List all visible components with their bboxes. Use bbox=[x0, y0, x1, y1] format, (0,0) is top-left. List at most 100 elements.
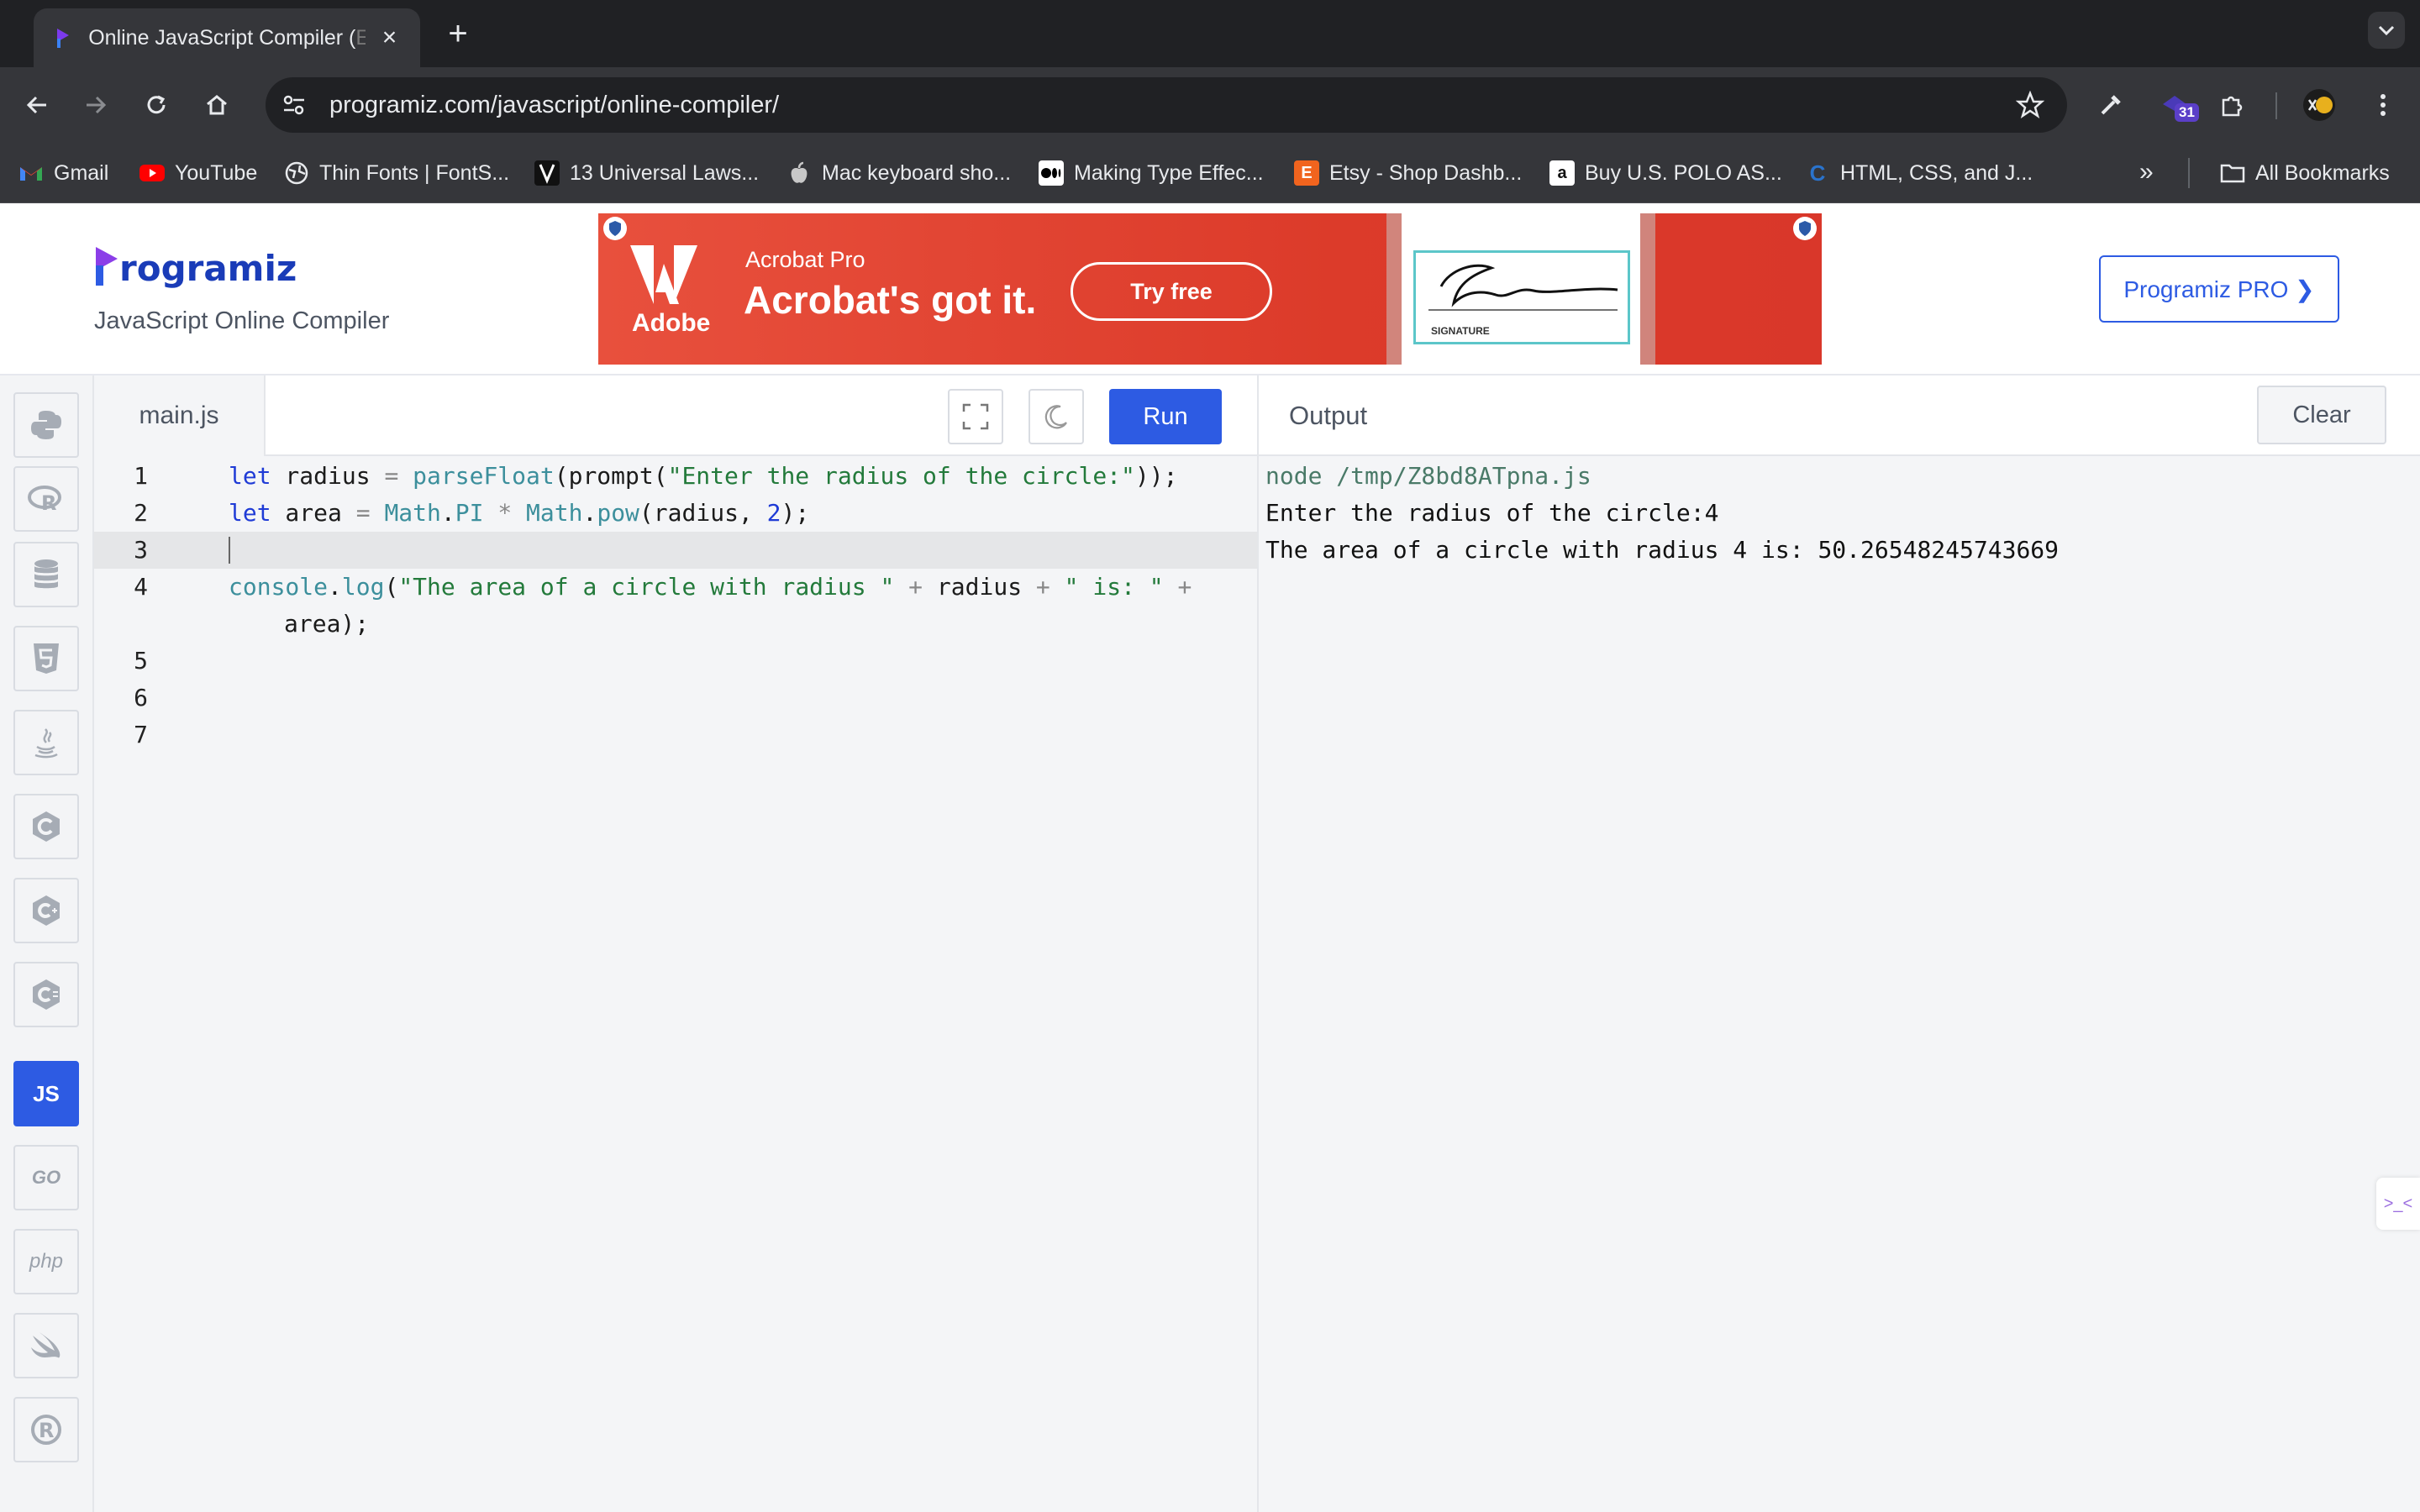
profile-avatar[interactable] bbox=[2301, 87, 2338, 123]
programiz-logo-icon bbox=[96, 247, 118, 286]
all-bookmarks-button[interactable]: All Bookmarks bbox=[2220, 158, 2390, 188]
signature-label: SIGNATURE bbox=[1431, 325, 1490, 337]
code-line: 1 let radius = parseFloat(prompt("Enter … bbox=[94, 458, 1257, 495]
c-icon[interactable] bbox=[13, 794, 79, 859]
ad-try-free-button[interactable]: Try free bbox=[1071, 262, 1272, 321]
swift-icon[interactable] bbox=[13, 1313, 79, 1378]
output-header: Output Clear bbox=[1259, 375, 2420, 456]
python-icon[interactable] bbox=[13, 392, 79, 458]
programiz-logo[interactable]: rogramiz bbox=[94, 245, 297, 289]
output-line: Enter the radius of the circle:4 bbox=[1265, 499, 1719, 527]
ad-headline: Acrobat's got it. bbox=[744, 278, 1037, 322]
adobe-logo-icon bbox=[630, 245, 697, 304]
line-number: 2 bbox=[134, 499, 148, 527]
bookmark-youtube[interactable]: YouTube bbox=[139, 158, 257, 188]
ad-divider bbox=[1640, 213, 1655, 365]
browser-tab-strip: Online JavaScript Compiler (E × + bbox=[0, 0, 2420, 67]
coursera-icon: C bbox=[1809, 160, 1826, 186]
svg-text:R: R bbox=[41, 491, 56, 513]
fullscreen-icon[interactable] bbox=[948, 389, 1003, 444]
code-text: let radius = parseFloat(prompt("Enter th… bbox=[229, 462, 1178, 490]
programiz-pro-button[interactable]: Programiz PRO ❯ bbox=[2099, 255, 2339, 323]
new-tab-button[interactable]: + bbox=[441, 15, 475, 53]
code-area[interactable]: 1 let radius = parseFloat(prompt("Enter … bbox=[94, 458, 1257, 753]
home-icon[interactable] bbox=[198, 87, 235, 123]
signature-box: SIGNATURE bbox=[1413, 250, 1630, 344]
bookmark-thin-fonts[interactable]: Thin Fonts | FontS... bbox=[284, 158, 509, 188]
folder-icon bbox=[2220, 160, 2245, 186]
code-line: 5 bbox=[94, 643, 1257, 680]
clear-button[interactable]: Clear bbox=[2257, 386, 2386, 444]
ad-divider bbox=[1386, 213, 1402, 365]
line-number: 3 bbox=[134, 536, 148, 564]
code-line-wrapped: area); bbox=[94, 606, 1257, 643]
file-tab-main-js[interactable]: main.js bbox=[94, 375, 266, 456]
line-number: 6 bbox=[134, 684, 148, 711]
ad-info-shield-icon[interactable] bbox=[1793, 217, 1817, 240]
apple-icon bbox=[786, 160, 812, 186]
line-number: 7 bbox=[134, 721, 148, 748]
bookmark-etsy[interactable]: E Etsy - Shop Dashb... bbox=[1294, 158, 1522, 188]
address-bar[interactable]: programiz.com/javascript/online-compiler… bbox=[266, 77, 2067, 133]
database-icon[interactable] bbox=[13, 542, 79, 607]
url-text: programiz.com/javascript/online-compiler… bbox=[329, 91, 780, 118]
tab-title: Online JavaScript Compiler (E bbox=[88, 25, 366, 50]
line-number: 4 bbox=[134, 573, 148, 601]
code-line: 7 bbox=[94, 717, 1257, 753]
bookmark-gmail[interactable]: Gmail bbox=[18, 158, 108, 188]
bookmark-us-polo[interactable]: a Buy U.S. POLO AS... bbox=[1549, 158, 1782, 188]
eyedropper-extension-icon[interactable] bbox=[2092, 87, 2129, 123]
output-line: The area of a circle with radius 4 is: 5… bbox=[1265, 536, 2060, 564]
bookmarks-divider bbox=[2188, 158, 2190, 188]
site-header: rogramiz JavaScript Online Compiler Adob… bbox=[0, 203, 2420, 375]
forward-arrow-icon[interactable] bbox=[77, 87, 114, 123]
browser-menu-icon[interactable] bbox=[2365, 87, 2402, 123]
bookmark-universal-laws[interactable]: 13 Universal Laws... bbox=[534, 158, 759, 188]
code-text: let area = Math.PI * Math.pow(radius, 2)… bbox=[229, 499, 810, 527]
extension-hat-icon[interactable]: 31 bbox=[2156, 87, 2199, 123]
extension-badge: 31 bbox=[2175, 103, 2199, 122]
feedback-tab-icon[interactable]: >_< bbox=[2376, 1178, 2420, 1230]
advertisement-banner[interactable]: Adobe Acrobat Pro Acrobat's got it. Try … bbox=[598, 213, 1822, 365]
code-line-current: 3 bbox=[94, 532, 1257, 569]
ad-signature-panel: SIGNATURE bbox=[1402, 213, 1640, 365]
ad-info-shield-icon[interactable] bbox=[603, 217, 627, 240]
svg-text:R: R bbox=[39, 1419, 54, 1442]
extensions-puzzle-icon[interactable] bbox=[2213, 87, 2250, 123]
tab-close-icon[interactable]: × bbox=[377, 24, 402, 52]
ad-brand: Adobe bbox=[632, 309, 711, 337]
bookmark-star-icon[interactable] bbox=[2013, 88, 2047, 122]
reload-icon[interactable] bbox=[138, 87, 175, 123]
amazon-icon: a bbox=[1549, 160, 1575, 186]
bookmark-mac-keyboard[interactable]: Mac keyboard sho... bbox=[786, 158, 1011, 188]
r-icon[interactable]: R bbox=[13, 466, 79, 532]
html5-icon[interactable] bbox=[13, 626, 79, 691]
signature-scribble bbox=[1428, 264, 1618, 311]
site-settings-icon[interactable] bbox=[269, 80, 319, 130]
bookmark-html-css[interactable]: C HTML, CSS, and J... bbox=[1805, 158, 2033, 188]
bookmarks-bar: Gmail YouTube Thin Fonts | FontS... 13 U… bbox=[0, 143, 2420, 203]
back-arrow-icon[interactable] bbox=[18, 87, 55, 123]
language-go[interactable]: GO bbox=[13, 1145, 79, 1210]
browser-tab-active[interactable]: Online JavaScript Compiler (E × bbox=[34, 8, 420, 67]
bookmark-making-type[interactable]: Making Type Effec... bbox=[1039, 158, 1264, 188]
more-bookmarks-chevron-icon[interactable]: » bbox=[2139, 158, 2154, 186]
ad-product: Acrobat Pro bbox=[745, 247, 865, 272]
output-console[interactable]: node /tmp/Z8bd8ATpna.js Enter the radius… bbox=[1265, 458, 2059, 569]
code-editor-pane: main.js Run 1 let radius = parseFloat(pr… bbox=[94, 375, 1257, 1512]
line-number: 5 bbox=[134, 647, 148, 675]
programiz-favicon-icon bbox=[52, 27, 73, 49]
output-title: Output bbox=[1289, 401, 1368, 430]
cpp-icon[interactable] bbox=[13, 878, 79, 943]
code-line: 6 bbox=[94, 680, 1257, 717]
rust-icon[interactable]: R bbox=[13, 1397, 79, 1462]
globe-icon bbox=[284, 160, 309, 186]
java-icon[interactable] bbox=[13, 710, 79, 775]
language-javascript[interactable]: JS bbox=[13, 1061, 79, 1126]
language-php[interactable]: php bbox=[13, 1229, 79, 1294]
run-button[interactable]: Run bbox=[1109, 389, 1222, 444]
dark-mode-moon-icon[interactable] bbox=[1028, 389, 1084, 444]
tab-search-chevron-icon[interactable] bbox=[2368, 12, 2405, 49]
csharp-icon[interactable] bbox=[13, 962, 79, 1027]
language-sidebar: R JS GO php R bbox=[0, 375, 94, 1512]
